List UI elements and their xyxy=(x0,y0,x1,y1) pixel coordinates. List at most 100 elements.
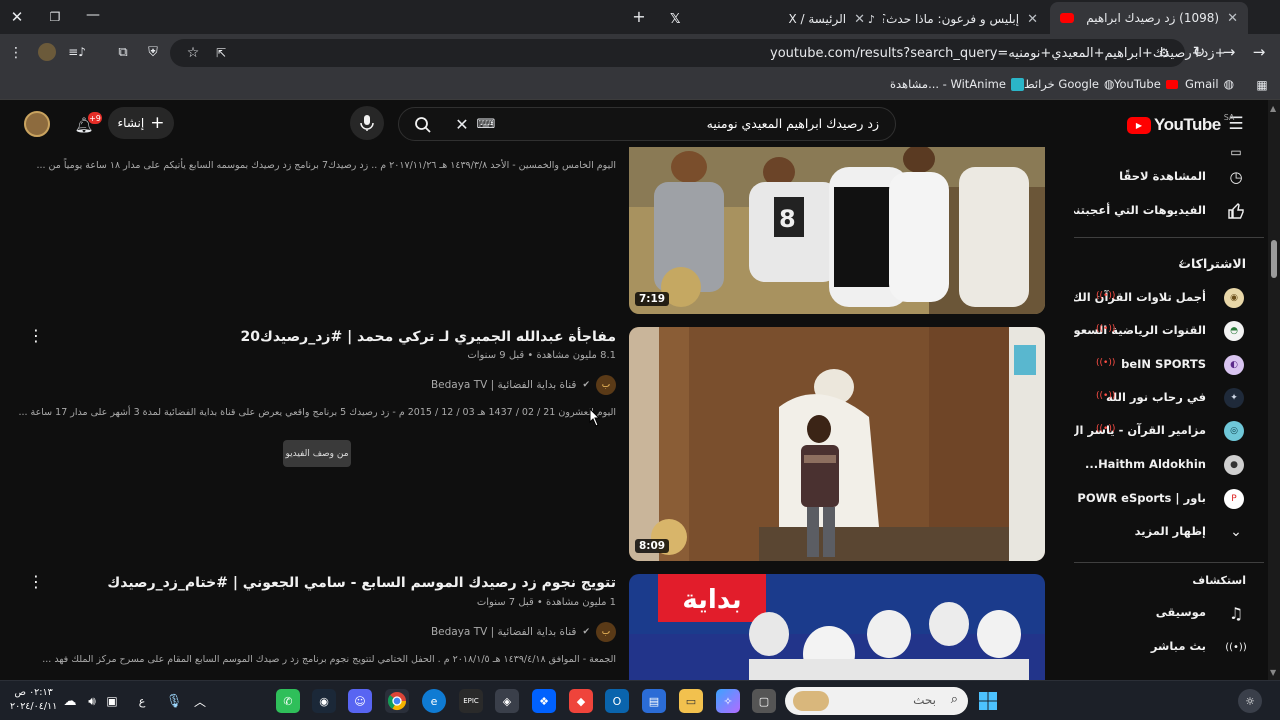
tab-tiktok[interactable]: ✕ إبليس و فرعون: ماذا حدث؟ | TikTok ♪ xyxy=(858,6,1048,32)
minimize-window-icon[interactable]: — xyxy=(84,6,102,24)
anydesk-icon[interactable]: ◆ xyxy=(569,689,593,713)
channel-row[interactable]: ب ✔ قناة بداية الفضائية | Bedaya TV xyxy=(431,622,616,642)
create-button[interactable]: إنشاء + xyxy=(108,107,174,139)
chrome-icon[interactable] xyxy=(385,689,409,713)
keyboard-icon[interactable]: ⌨ xyxy=(477,116,496,132)
channel-row[interactable]: ب ✔ قناة بداية الفضائية | Bedaya TV xyxy=(431,375,616,395)
edge-icon[interactable]: e xyxy=(422,689,446,713)
channel-name[interactable]: قناة بداية الفضائية | Bedaya TV xyxy=(431,626,577,638)
bookmark-maps[interactable]: خرائط Google ◍ xyxy=(1024,77,1114,91)
discord-icon[interactable]: ☺ xyxy=(348,689,372,713)
channel-name: في رحاب نور الله xyxy=(1105,390,1206,404)
shield-icon[interactable]: ⛨ xyxy=(144,43,162,61)
sidebar-subscription[interactable]: ◓ القنوات الرياضية السعو... ((•)) xyxy=(1074,314,1264,348)
tab-twitter[interactable]: ✕ الرئيسة / X 𝕏 xyxy=(660,6,875,32)
subscriptions-heading[interactable]: الاشتراكات › xyxy=(1074,247,1264,281)
taskbar-search[interactable]: بحث ⌕ xyxy=(785,687,968,715)
bookmark-label: مشاهدة... - WitAnime xyxy=(890,77,1006,91)
video-thumbnail[interactable]: بداية xyxy=(629,574,1045,694)
sidebar-subscription[interactable]: ◐ beIN SPORTS ((•)) xyxy=(1074,348,1264,382)
site-settings-icon[interactable]: ⚙ xyxy=(1155,44,1173,62)
show-more-button[interactable]: ⌄ إظهار المزيد xyxy=(1074,515,1264,549)
cloud-icon[interactable]: ☁ xyxy=(58,689,82,713)
sidebar-item-live[interactable]: ((•)) بث مباشر xyxy=(1074,630,1264,664)
sidebar-item-watch-later[interactable]: ◷ المشاهدة لاحقًا xyxy=(1074,160,1264,194)
bookmark-star-icon[interactable]: ☆ xyxy=(184,44,202,62)
chevron-up-icon[interactable]: ︿ xyxy=(188,689,212,713)
channel-name[interactable]: قناة بداية الفضائية | Bedaya TV xyxy=(431,379,577,391)
page-scrollbar[interactable]: ▲ ▼ xyxy=(1268,100,1280,680)
new-tab-icon[interactable]: + xyxy=(630,7,648,26)
more-actions-icon[interactable]: ⋮ xyxy=(28,326,44,346)
clear-search-icon[interactable]: ✕ xyxy=(453,115,471,134)
video-thumbnail[interactable]: 8 7:19 xyxy=(629,147,1045,314)
forward-icon[interactable]: → xyxy=(1220,43,1238,61)
microphone-tray-icon[interactable]: 🎙︎ xyxy=(162,689,186,713)
bookmark-gmail[interactable]: Gmail ◍ xyxy=(1185,77,1234,91)
plus-icon: + xyxy=(150,113,165,133)
video-description-snippet: الجمعة - الموافق ١٤٣٩/٤/١٨ هـ ٢٠١٨/١/٥ م… xyxy=(42,654,616,665)
windows-start-icon[interactable] xyxy=(976,689,1000,713)
windows-taskbar: ٠٢:١٣ ص ٢٠٢٤/٠٤/١١ ☁ 🔊︎ ▣ ع 🎙︎ ︿ ✆ ◉ ☺ e… xyxy=(0,680,1280,720)
dropbox-icon[interactable]: ❖ xyxy=(532,689,556,713)
video-thumbnail[interactable]: 8:09 xyxy=(629,327,1045,561)
back-icon[interactable]: → xyxy=(1250,43,1268,61)
video-title[interactable]: مفاجأة عبدالله الجميري لـ تركي محمد | #ز… xyxy=(241,329,616,345)
sidebar-item-liked-videos[interactable]: الفيديوهات التي أعجبتني xyxy=(1074,194,1264,228)
vpn-icon[interactable]: ◈ xyxy=(495,689,519,713)
steam-icon[interactable]: ◉ xyxy=(312,689,336,713)
bookmark-youtube[interactable]: YouTube xyxy=(1114,77,1178,91)
whatsapp-icon[interactable]: ✆ xyxy=(276,689,300,713)
bookmark-label: خرائط Google xyxy=(1024,77,1099,91)
search-input[interactable]: زد رصيدك ابراهيم المعيدي نومنيه xyxy=(707,116,879,131)
sidebar-subscription[interactable]: ✦ في رحاب نور الله ((•)) xyxy=(1074,381,1264,415)
tab-youtube[interactable]: ✕ (1098) زد رصيدك ابراهيم المعيدي xyxy=(1050,2,1248,34)
bookmarks-bar: مشاهدة... - WitAnime خرائط Google ◍ YouT… xyxy=(0,72,1280,100)
tab-title: الرئيسة / X xyxy=(788,12,847,26)
youtube-logo[interactable]: ▶ YouTube SA xyxy=(1127,113,1234,135)
account-avatar[interactable] xyxy=(24,111,50,137)
epic-games-icon[interactable]: EPIC xyxy=(459,689,483,713)
scroll-down-icon[interactable]: ▼ xyxy=(1270,668,1276,677)
close-window-icon[interactable]: ✕ xyxy=(8,8,26,26)
store-icon[interactable]: ▤ xyxy=(642,689,666,713)
apps-grid-icon[interactable]: ▦ xyxy=(1254,77,1270,93)
bookmark-witanime[interactable]: مشاهدة... - WitAnime xyxy=(890,77,1024,91)
bell-icon[interactable]: 🔔︎ xyxy=(74,115,94,135)
scrollbar-thumb[interactable] xyxy=(1271,240,1277,278)
video-title[interactable]: تتويج نجوم زد رصيدك الموسم السابع - سامي… xyxy=(107,575,616,591)
media-control-icon[interactable]: ≡♪ xyxy=(68,43,86,61)
file-explorer-icon[interactable]: ▭ xyxy=(679,689,703,713)
copilot-icon[interactable]: ✧ xyxy=(716,689,740,713)
search-icon: ⌕ xyxy=(950,692,958,707)
reload-icon[interactable]: ↻ xyxy=(1190,43,1208,61)
search-box[interactable]: زد رصيدك ابراهيم المعيدي نومنيه ⌨ ✕ xyxy=(398,107,896,141)
app-icon[interactable]: ▢ xyxy=(752,689,776,713)
sidebar-subscription[interactable]: ◉ أجمل تلاوات القرآن الك... ((•)) xyxy=(1074,281,1264,315)
sidebar-subscription[interactable]: P باور | POWR eSports xyxy=(1074,482,1264,516)
more-actions-icon[interactable]: ⋮ xyxy=(28,572,44,592)
voice-search-button[interactable] xyxy=(350,106,384,140)
install-app-icon[interactable]: ⇱ xyxy=(212,44,230,62)
profile-avatar[interactable] xyxy=(38,43,56,61)
menu-kebab-icon[interactable]: ⋮ xyxy=(8,44,24,62)
tab-close-icon[interactable]: ✕ xyxy=(1027,12,1038,27)
scroll-up-icon[interactable]: ▲ xyxy=(1270,104,1276,113)
thumbnail-logo-text: بداية xyxy=(682,585,741,615)
restore-window-icon[interactable]: ❐ xyxy=(46,8,64,26)
network-icon[interactable]: ▣ xyxy=(100,689,124,713)
omnibox[interactable]: ☆ ⇱ youtube.com/results?search_query=زد+… xyxy=(170,39,1225,67)
sidebar-subscription[interactable]: ● Haithm Aldokhin... xyxy=(1074,448,1264,482)
extensions-icon[interactable]: ⧉ xyxy=(114,43,132,61)
from-description-chip[interactable]: من وصف الفيديو xyxy=(283,440,351,467)
input-language[interactable]: ع xyxy=(130,689,154,713)
video-duration: 7:19 xyxy=(635,292,670,306)
video-metadata: 8.1 مليون مشاهدة • قبل 9 سنوات xyxy=(467,350,616,361)
widgets-icon[interactable]: ☼ xyxy=(1238,689,1262,713)
outlook-icon[interactable]: O xyxy=(605,689,629,713)
sidebar-subscription[interactable]: ◎ مزامير القرآن - ياسر ال... ((•)) xyxy=(1074,414,1264,448)
sidebar-item-music[interactable]: ♫ موسيقى xyxy=(1074,596,1264,630)
search-button-icon[interactable] xyxy=(412,114,434,136)
tab-close-icon[interactable]: ✕ xyxy=(1227,11,1238,26)
clock[interactable]: ٠٢:١٣ ص ٢٠٢٤/٠٤/١١ xyxy=(10,686,57,714)
